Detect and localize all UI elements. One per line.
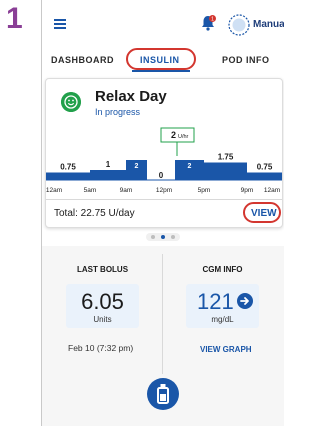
- page-dot-3[interactable]: [171, 235, 175, 239]
- current-rate-unit: U/hr: [178, 134, 189, 140]
- total-daily-basal: Total: 22.75 U/day: [54, 208, 135, 219]
- phone-screen: 1 Manual DASHBOARD INSULIN POD INFO Rela…: [41, 0, 284, 426]
- basal-bar: [204, 162, 247, 180]
- view-graph-link[interactable]: VIEW GRAPH: [200, 345, 252, 354]
- last-bolus-unit: Units: [93, 315, 112, 324]
- tab-active-indicator: [132, 70, 190, 72]
- trend-arrow-right-icon: [237, 293, 253, 309]
- last-bolus-title: LAST BOLUS: [76, 265, 129, 274]
- basal-bar-label: 0: [159, 171, 164, 180]
- x-tick-label: 5am: [84, 187, 97, 194]
- program-status: In progress: [95, 107, 141, 117]
- basal-program-card: Relax Day In progress 2 U/hr 0.75 1 2 0 2 1.7…: [45, 78, 283, 228]
- summary-divider: [162, 254, 163, 374]
- last-bolus-time: Feb 10 (7:32 pm): [68, 343, 134, 353]
- cgm-value: 121: [197, 289, 234, 314]
- bolus-drop-icon: [157, 384, 169, 404]
- view-button[interactable]: VIEW: [251, 208, 277, 219]
- bolus-button[interactable]: [147, 378, 179, 410]
- mode-label[interactable]: Manual: [253, 19, 284, 30]
- current-rate-value: 2: [171, 130, 176, 140]
- basal-bar-label: 2: [188, 163, 192, 170]
- tab-dashboard[interactable]: DASHBOARD: [51, 55, 114, 65]
- basal-bar-label: 2: [135, 163, 139, 170]
- tab-bar: DASHBOARD INSULIN POD INFO: [42, 44, 284, 74]
- notification-badge: 1: [211, 16, 214, 22]
- basal-bar: [46, 172, 90, 180]
- step-number: 1: [6, 2, 23, 35]
- top-bar: 1 Manual: [42, 0, 284, 44]
- page-indicator: [146, 233, 180, 241]
- basal-bar-label: 1.75: [218, 153, 234, 162]
- status-smiley-icon: [61, 92, 81, 112]
- cgm-info-title: CGM INFO: [202, 265, 243, 274]
- tab-insulin[interactable]: INSULIN: [140, 55, 180, 65]
- x-tick-label: 12am: [264, 187, 280, 194]
- basal-rate-chart: 2 U/hr 0.75 1 2 0 2 1.75 0.75 12am 5am 9am 12pm 5p…: [46, 127, 282, 194]
- tab-pod-info[interactable]: POD INFO: [222, 55, 270, 65]
- last-bolus-box: 6.05 Units: [66, 284, 139, 328]
- basal-bar: [247, 172, 282, 180]
- x-tick-label: 5pm: [198, 187, 211, 194]
- page-dot-2[interactable]: [161, 235, 165, 239]
- basal-bar: [90, 170, 126, 180]
- x-tick-label: 12pm: [156, 187, 172, 194]
- basal-bar-label: 1: [106, 160, 111, 169]
- x-tick-label: 9pm: [241, 187, 254, 194]
- notification-bell-icon[interactable]: 1: [200, 15, 216, 31]
- card-divider: [46, 199, 282, 200]
- page-dot-1[interactable]: [151, 235, 155, 239]
- cgm-box[interactable]: 121 mg/dL: [186, 284, 259, 328]
- menu-icon[interactable]: [54, 19, 66, 29]
- last-bolus-value: 6.05: [81, 289, 124, 314]
- manual-mode-icon[interactable]: [228, 14, 250, 36]
- basal-bar-label: 0.75: [60, 163, 76, 172]
- x-tick-label: 9am: [120, 187, 133, 194]
- program-title: Relax Day: [95, 88, 167, 105]
- x-tick-label: 12am: [46, 187, 62, 194]
- cgm-unit: mg/dL: [211, 315, 234, 324]
- basal-bar-label: 0.75: [257, 163, 273, 172]
